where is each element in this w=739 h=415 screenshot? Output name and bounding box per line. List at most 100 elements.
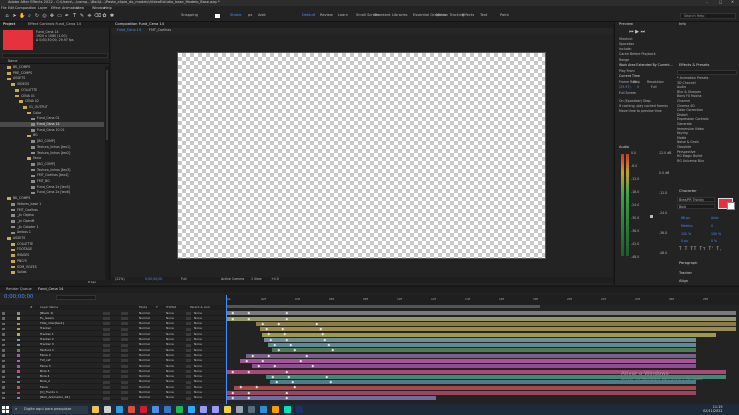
parent-select[interactable]: None [194, 391, 202, 394]
blend-mode-select[interactable]: Normal [139, 375, 150, 378]
effects-category[interactable]: Color Correction [677, 108, 703, 112]
fx-switch[interactable] [121, 311, 128, 315]
layer-row[interactable]: Tracker 1 Normal None None [0, 332, 225, 337]
label-color-swatch[interactable] [17, 365, 20, 368]
resolution-select[interactable]: Full [181, 277, 186, 281]
work-area-bar[interactable] [226, 305, 540, 308]
project-item[interactable]: Ambos 1 [0, 230, 104, 235]
label-color-swatch[interactable] [17, 396, 20, 400]
label-color-swatch[interactable] [17, 343, 20, 347]
trkmat-select[interactable]: None [166, 311, 174, 315]
eye-icon[interactable] [2, 312, 5, 315]
photoshop-icon[interactable] [188, 406, 195, 413]
label-color-swatch[interactable] [17, 317, 20, 320]
pick-whip-icon[interactable] [186, 327, 191, 331]
fx-switch[interactable] [121, 375, 128, 379]
trkmat-select[interactable]: None [166, 332, 174, 336]
layer-row[interactable]: Tracker Normal None None [0, 327, 225, 332]
trkmat-select[interactable]: None [166, 343, 174, 346]
eye-icon[interactable] [2, 380, 5, 384]
workspace-paint[interactable]: Paint [500, 13, 509, 18]
layer-name[interactable]: Fu_Gears [40, 316, 54, 320]
label-color-swatch[interactable] [17, 359, 20, 363]
project-item[interactable]: Facia [0, 156, 104, 161]
rectangle-tool-icon[interactable]: ▭ [57, 13, 63, 19]
layer-duration-bar[interactable] [226, 396, 436, 401]
fx-switch[interactable] [121, 322, 128, 326]
pick-whip-icon[interactable] [186, 396, 191, 400]
blend-mode-select[interactable]: Normal [139, 396, 150, 399]
fx-switch[interactable] [121, 354, 128, 358]
home-icon[interactable]: ⌂ [4, 13, 10, 19]
audio-level-slider[interactable] [650, 215, 653, 218]
fx-switch[interactable] [121, 317, 128, 321]
workspace-standard[interactable]: Standard [374, 13, 390, 18]
layer-row[interactable]: Bola 4 Normal None None [0, 375, 225, 380]
hand-tool-icon[interactable]: ✋ [19, 13, 25, 19]
roto-brush-icon[interactable]: ✿ [102, 13, 108, 19]
menu-view[interactable]: View [76, 6, 84, 10]
parent-select[interactable]: None [194, 375, 202, 378]
trkmat-select[interactable]: None [166, 353, 174, 357]
playhead[interactable] [226, 295, 227, 405]
layer-name[interactable]: Tracker [40, 327, 51, 330]
opera-icon[interactable] [140, 406, 147, 413]
tab-render-queue[interactable]: Render Queue [6, 287, 32, 292]
parent-select[interactable]: None [194, 311, 202, 315]
switches[interactable] [103, 391, 110, 395]
parent-select[interactable]: None [194, 359, 202, 362]
workspace-libraries[interactable]: Libraries [392, 13, 408, 18]
font-size-input[interactable]: 68 px [681, 216, 690, 220]
project-item[interactable]: _jic Objeto [0, 213, 104, 218]
workspace-motion-tracking[interactable]: Motion Tracking [436, 13, 464, 18]
blend-mode-select[interactable]: Normal [139, 359, 150, 362]
layer-row[interactable]: [Null_Animador_16] Normal None None [0, 396, 225, 401]
parent-select[interactable]: None [194, 343, 202, 346]
eye-icon[interactable] [2, 317, 5, 320]
layer-row[interactable]: Fu_Gears Normal None None [0, 316, 225, 321]
project-item[interactable]: FMT_BG [0, 179, 104, 184]
effects-category[interactable]: Audio [677, 85, 686, 89]
composition-panel-title[interactable]: Composition Fund_Cena 14 [115, 22, 164, 27]
fx-switch[interactable] [121, 359, 128, 363]
parent-select[interactable]: None [194, 353, 202, 357]
layer-name[interactable]: Textura 1 [40, 348, 54, 352]
layer-row[interactable]: Txt_ref Normal None None [0, 359, 225, 364]
blend-mode-select[interactable]: Normal [139, 316, 150, 320]
project-item[interactable]: FMT_Coelhas [tex4] [0, 173, 104, 178]
project-search-input[interactable] [2, 53, 108, 58]
layer-row[interactable]: Faixa 3 Normal None None [0, 364, 225, 369]
pick-whip-icon[interactable] [186, 391, 191, 395]
layer-duration-bar[interactable] [264, 337, 696, 342]
camera-select[interactable]: Active Camera [221, 277, 244, 281]
project-item[interactable]: Textura_linhas [tex2] [0, 151, 104, 156]
pick-whip-icon[interactable] [186, 370, 191, 374]
switches[interactable] [103, 338, 110, 342]
pan-behind-tool-icon[interactable]: ✥ [49, 13, 55, 19]
play-icon[interactable]: ▶ [635, 29, 639, 35]
menu-effect[interactable]: Effect [51, 6, 61, 10]
layer-duration-bar[interactable] [268, 343, 696, 348]
parent-select[interactable]: None [194, 327, 202, 330]
project-item[interactable]: ASSETS [0, 76, 104, 81]
puppet-tool-icon[interactable]: ✱ [109, 13, 115, 19]
brush-tool-icon[interactable]: ✎ [79, 13, 85, 19]
layer-name[interactable]: Tracker 3 [40, 343, 54, 346]
layer-name[interactable]: Title_inter[tex1] [40, 322, 64, 325]
effects-category[interactable]: RG Magic Bullet [677, 154, 702, 158]
label-color-swatch[interactable] [17, 338, 20, 342]
project-item[interactable]: Textura_linhas [tex1] [0, 145, 104, 150]
project-item[interactable]: Solids [0, 270, 104, 275]
label-color-swatch[interactable] [17, 312, 20, 315]
fx-switch[interactable] [121, 396, 128, 400]
project-item[interactable]: Fund_Cena 2x [tex6] [0, 190, 104, 195]
project-item[interactable]: VÍDEOS [0, 82, 104, 87]
keyframe-icon[interactable] [231, 370, 234, 373]
project-item[interactable]: ASSETS [0, 236, 104, 241]
project-item[interactable]: PRE_COMPS [0, 71, 104, 76]
eye-icon[interactable] [2, 370, 5, 373]
trkmat-select[interactable]: None [166, 364, 174, 368]
project-item[interactable]: [BG_COMP] [0, 139, 104, 144]
mail-icon[interactable] [164, 406, 171, 413]
fx-switch[interactable] [121, 327, 128, 331]
